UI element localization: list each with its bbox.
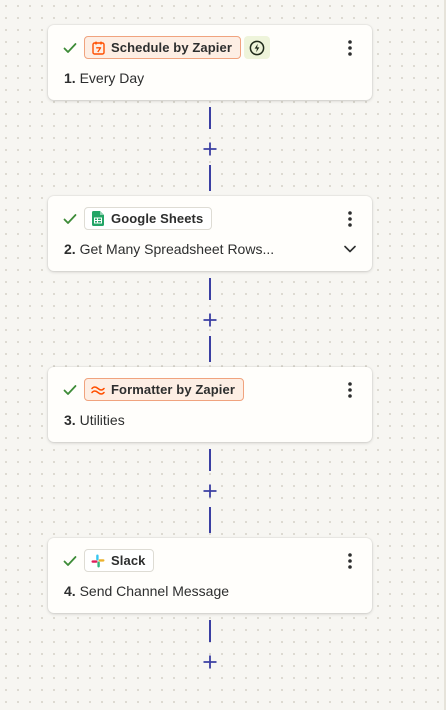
plus-icon xyxy=(203,484,217,498)
step-number: 2. xyxy=(64,241,76,257)
app-name: Formatter by Zapier xyxy=(111,382,235,397)
google-sheets-icon xyxy=(91,211,105,227)
connector-line xyxy=(209,278,211,300)
connector-line xyxy=(209,449,211,471)
trigger-bolt-badge[interactable] xyxy=(244,36,270,59)
step-card-4[interactable]: Slack 4. Send Channel Message xyxy=(48,538,372,613)
connector-line xyxy=(209,107,211,129)
slack-icon xyxy=(91,553,105,569)
check-icon xyxy=(63,385,77,395)
connector-line xyxy=(209,620,211,642)
formatter-icon xyxy=(91,382,105,398)
step-name: Utilities xyxy=(79,412,125,428)
app-badge-schedule[interactable]: Schedule by Zapier xyxy=(84,36,242,59)
chevron-down-icon[interactable] xyxy=(344,245,356,253)
step-name: Send Channel Message xyxy=(79,583,230,599)
connector-line xyxy=(209,165,211,191)
check-icon xyxy=(63,214,77,224)
add-step-button[interactable] xyxy=(201,482,219,500)
more-vertical-icon[interactable] xyxy=(342,39,358,57)
step-name: Get Many Spreadsheet Rows... xyxy=(79,241,275,257)
step-title: 3. Utilities xyxy=(64,412,125,428)
step-title: 4. Send Channel Message xyxy=(64,583,229,599)
step-name: Every Day xyxy=(79,70,145,86)
check-icon xyxy=(63,556,77,566)
more-vertical-icon[interactable] xyxy=(342,210,358,228)
add-step-button[interactable] xyxy=(201,311,219,329)
plus-icon xyxy=(203,655,217,669)
app-badge-google-sheets[interactable]: Google Sheets xyxy=(84,207,213,230)
step-title: 1. Every Day xyxy=(64,70,144,86)
step-number: 1. xyxy=(64,70,76,86)
app-name: Google Sheets xyxy=(111,211,204,226)
more-vertical-icon[interactable] xyxy=(342,381,358,399)
app-badge-slack[interactable]: Slack xyxy=(84,549,155,572)
step-card-2[interactable]: Google Sheets 2. Get Many Spreadsheet Ro… xyxy=(48,196,372,271)
zap-editor-canvas: Schedule by Zapier 1. Every Day Google S… xyxy=(0,0,446,710)
check-icon xyxy=(63,43,77,53)
add-step-button[interactable] xyxy=(201,653,219,671)
step-number: 3. xyxy=(64,412,76,428)
plus-icon xyxy=(203,142,217,156)
connector-line xyxy=(209,507,211,533)
step-card-1[interactable]: Schedule by Zapier 1. Every Day xyxy=(48,25,372,100)
step-number: 4. xyxy=(64,583,76,599)
add-step-button[interactable] xyxy=(201,140,219,158)
plus-icon xyxy=(203,313,217,327)
connector-line xyxy=(209,336,211,362)
bolt-icon xyxy=(249,40,265,55)
calendar-icon xyxy=(91,40,105,56)
step-title: 2. Get Many Spreadsheet Rows... xyxy=(64,241,274,257)
app-badge-formatter[interactable]: Formatter by Zapier xyxy=(84,378,244,401)
step-card-3[interactable]: Formatter by Zapier 3. Utilities xyxy=(48,367,372,442)
app-name: Slack xyxy=(111,553,146,568)
app-name: Schedule by Zapier xyxy=(111,40,233,55)
more-vertical-icon[interactable] xyxy=(342,552,358,570)
